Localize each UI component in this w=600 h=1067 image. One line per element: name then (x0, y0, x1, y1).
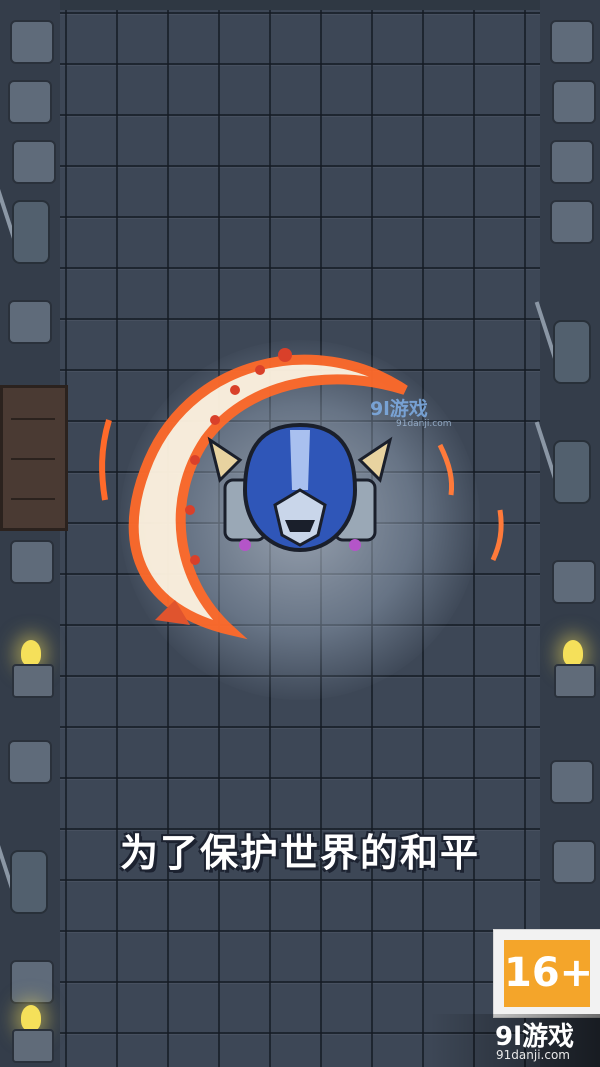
wooden-door (0, 385, 68, 531)
story-caption: 为了保护世界的和平 (119, 831, 480, 875)
watermark-main: 9l游戏 (370, 398, 428, 420)
wall-brick (550, 760, 594, 804)
wall-brick (552, 80, 596, 124)
torch-icon (550, 640, 596, 698)
torch-icon (8, 1005, 54, 1063)
wall-brick (8, 740, 52, 784)
wall-brick (8, 80, 52, 124)
wall-brick (552, 560, 596, 604)
corner-watermark: 9l游戏 91danji.com (430, 1014, 600, 1067)
wall-brick (10, 960, 54, 1004)
spear-statue-icon (534, 300, 595, 390)
right-wall (540, 0, 600, 1067)
wall-brick (550, 140, 594, 184)
watermark-sub: 91danji.com (396, 419, 452, 429)
wall-brick (12, 140, 56, 184)
wall-brick (8, 300, 52, 344)
age-rating-badge: 16+ (493, 929, 600, 1018)
corner-watermark-sub: 91danji.com (496, 1048, 570, 1062)
spear-statue-icon (534, 420, 595, 510)
wall-brick (550, 20, 594, 64)
wall-brick (550, 200, 594, 244)
top-wall (0, 0, 600, 10)
age-rating-label: 16+ (504, 950, 594, 996)
torch-icon (8, 640, 54, 698)
game-scene: 9l游戏 91danji.com 为了保护世界的和平 16+ 9l游戏 91da… (0, 0, 600, 1067)
wall-brick (10, 540, 54, 584)
blue-horned-knight-icon (207, 422, 393, 553)
wall-brick (10, 20, 54, 64)
spear-statue-icon (0, 180, 54, 270)
center-watermark: 9l游戏 91danji.com (370, 394, 451, 429)
